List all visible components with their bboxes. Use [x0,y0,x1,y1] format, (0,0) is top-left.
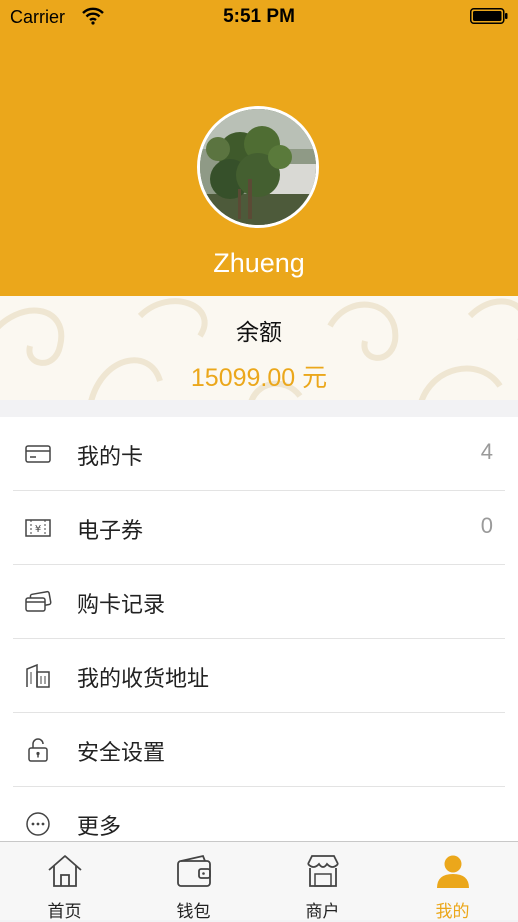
menu-item-label: 电子券 [77,519,144,544]
tab-label: 钱包 [176,902,211,922]
menu-item-coupons[interactable]: ¥ 电子券 0 [0,491,518,565]
menu-item-label: 更多 [77,815,122,840]
cards-record-icon [25,590,52,612]
menu-item-label: 安全设置 [77,741,166,766]
tab-label: 首页 [47,902,82,922]
tab-label: 我的 [435,902,470,922]
coupon-icon: ¥ [25,519,51,537]
menu-item-more[interactable]: 更多 [0,787,518,841]
status-time: 5:51 PM [223,6,295,27]
tab-bar: 首页 钱包 商户 我的 [0,841,518,922]
menu-list: 我的卡 4 ¥ 电子券 0 购卡记录 我的收货地址 安全设置 更多 [0,417,518,841]
more-icon [26,812,50,836]
balance-value: 15099.00 元 [190,364,328,392]
lock-icon [28,738,48,762]
menu-item-security-settings[interactable]: 安全设置 [0,713,518,787]
avatar-photo [200,109,316,225]
tab-mine[interactable]: 我的 [388,842,517,922]
store-icon [307,855,339,887]
wallet-icon [177,854,211,887]
battery-icon [470,8,508,24]
tab-home[interactable]: 首页 [0,842,129,922]
user-icon [437,855,469,888]
balance-label: 余额 [236,320,282,346]
tab-merchant[interactable]: 商户 [258,842,387,922]
username: Zhueng [213,248,305,278]
menu-item-purchase-records[interactable]: 购卡记录 [0,565,518,639]
menu-item-my-cards[interactable]: 我的卡 4 [0,417,518,491]
menu-item-label: 购卡记录 [77,593,166,618]
menu-item-label: 我的卡 [77,445,144,470]
menu-item-label: 我的收货地址 [77,667,210,692]
building-icon [26,663,50,688]
profile-header: Carrier 5:51 PM Zhueng [0,0,518,296]
menu-item-count: 4 [480,439,493,464]
tab-wallet[interactable]: 钱包 [129,842,258,922]
menu-item-count: 0 [480,513,493,538]
home-icon [48,855,82,887]
svg-text:¥: ¥ [35,524,41,535]
menu-item-shipping-address[interactable]: 我的收货地址 [0,639,518,713]
status-bar: Carrier 5:51 PM [0,0,518,34]
card-icon [25,445,51,463]
tab-label: 商户 [305,902,340,922]
avatar[interactable] [197,106,319,228]
